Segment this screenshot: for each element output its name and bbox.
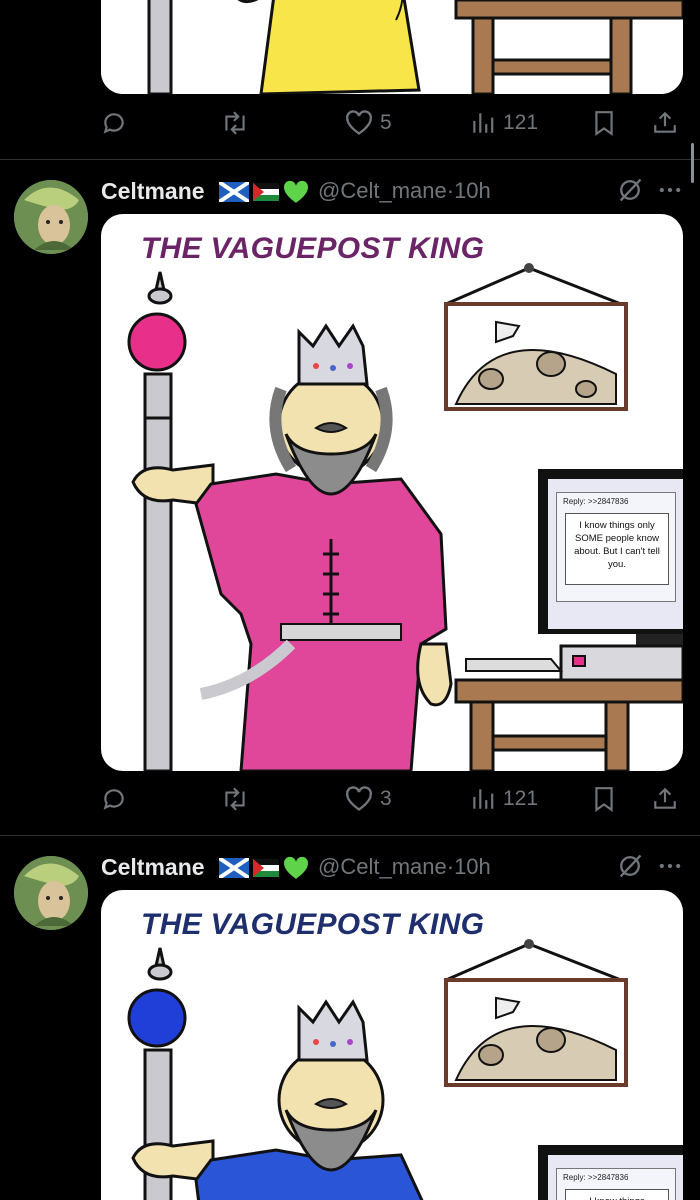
like-count: 5 xyxy=(380,111,392,134)
views-count: 121 xyxy=(503,787,539,810)
more-icon xyxy=(659,863,681,869)
like-button[interactable]: 5 xyxy=(345,98,392,148)
views-count: 121 xyxy=(503,111,539,134)
scotland-flag-icon xyxy=(219,858,249,878)
grok-button[interactable] xyxy=(616,176,644,209)
timeline-feed: 5 121 Celtmane @Celt_mane·10h THE VAGUEP… xyxy=(0,0,700,1200)
reply-button[interactable] xyxy=(101,98,134,148)
share-icon xyxy=(654,111,676,133)
green-heart-icon xyxy=(284,856,308,879)
views-icon xyxy=(473,113,494,133)
bookmark-icon xyxy=(595,787,613,812)
like-button[interactable]: 3 xyxy=(345,774,392,824)
reply-header: Reply: >>2847836 xyxy=(563,497,629,506)
more-button[interactable] xyxy=(656,176,684,209)
palestine-flag-icon xyxy=(253,183,279,201)
reply-icon xyxy=(103,789,124,810)
views-icon xyxy=(473,789,494,809)
name-emojis xyxy=(219,180,309,204)
like-icon xyxy=(346,110,372,135)
share-icon xyxy=(654,787,676,809)
like-icon xyxy=(346,786,372,811)
bookmark-icon xyxy=(595,111,613,136)
reply-button[interactable] xyxy=(101,774,134,824)
green-heart-icon xyxy=(284,180,308,203)
post-divider xyxy=(0,835,700,836)
author-handle-time[interactable]: @Celt_mane·10h xyxy=(318,178,491,204)
grok-icon xyxy=(619,854,642,878)
comic-illustration xyxy=(127,939,683,1200)
author-handle: @Celt_mane xyxy=(318,178,447,203)
post-time: 10h xyxy=(454,178,491,203)
repost-button[interactable] xyxy=(220,774,257,824)
views-button[interactable]: 121 xyxy=(470,98,538,148)
repost-button[interactable] xyxy=(220,98,257,148)
author-handle: @Celt_mane xyxy=(318,854,447,879)
share-button[interactable] xyxy=(652,98,678,148)
more-icon xyxy=(659,187,681,193)
reply-text: I know things xyxy=(565,1189,669,1200)
post-media-image[interactable]: THE VAGUEPOST KING Reply: >>2847836 xyxy=(101,890,683,1200)
share-button[interactable] xyxy=(652,774,678,824)
bookmark-button[interactable] xyxy=(592,774,616,824)
repost-icon xyxy=(225,111,245,135)
like-count: 3 xyxy=(380,787,392,810)
palestine-flag-icon xyxy=(253,859,279,877)
comic-image-partial xyxy=(101,0,683,94)
name-emojis xyxy=(219,856,309,880)
post-actions: 5 121 xyxy=(0,98,700,148)
scotland-flag-icon xyxy=(219,182,249,202)
reply-text: I know things only SOME people know abou… xyxy=(565,513,669,585)
post-media-image[interactable]: THE VAGUEPOST KING Reply: >>2847836 I kn… xyxy=(101,214,683,771)
post-divider xyxy=(0,159,700,160)
grok-button[interactable] xyxy=(616,852,644,885)
post-time: 10h xyxy=(454,854,491,879)
bookmark-button[interactable] xyxy=(592,98,616,148)
reply-icon xyxy=(103,113,124,134)
post-media-image[interactable] xyxy=(101,0,683,94)
author-name[interactable]: Celtmane xyxy=(101,854,205,881)
grok-icon xyxy=(619,178,642,202)
reply-header: Reply: >>2847836 xyxy=(563,1173,629,1182)
more-button[interactable] xyxy=(656,852,684,885)
post-actions: 3 121 xyxy=(0,774,700,824)
reply-post-box: Reply: >>2847836 I know things only SOME… xyxy=(556,492,676,602)
views-button[interactable]: 121 xyxy=(470,774,538,824)
author-name[interactable]: Celtmane xyxy=(101,178,205,205)
reply-post-box: Reply: >>2847836 I know things xyxy=(556,1168,676,1200)
author-handle-time[interactable]: @Celt_mane·10h xyxy=(318,854,491,880)
repost-icon xyxy=(225,787,245,811)
